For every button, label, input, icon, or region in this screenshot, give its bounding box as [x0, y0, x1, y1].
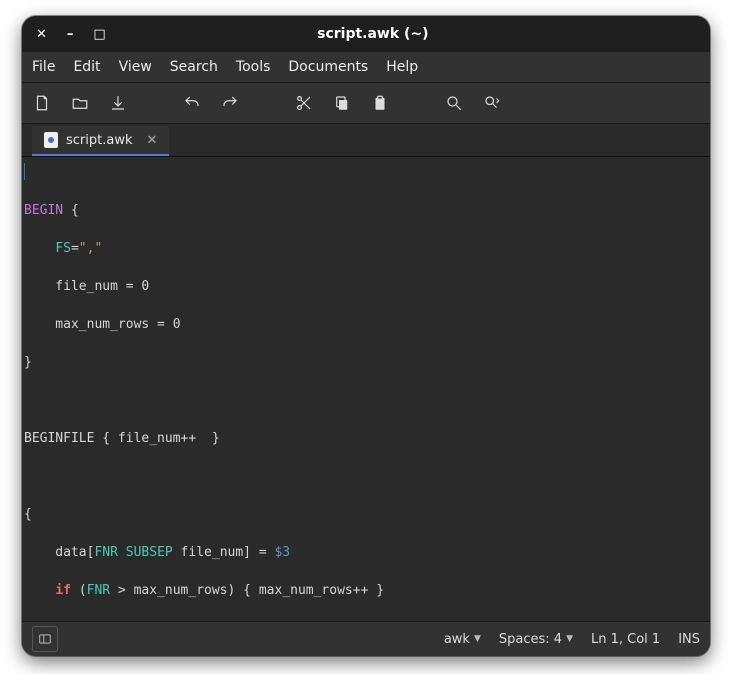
language-label: awk	[444, 632, 470, 647]
menu-documents[interactable]: Documents	[288, 59, 368, 75]
side-panel-toggle-icon[interactable]	[32, 626, 58, 652]
minimize-icon[interactable]: –	[67, 27, 74, 42]
code-token	[24, 583, 55, 598]
undo-icon[interactable]	[182, 93, 202, 113]
statusbar: awk ▼ Spaces: 4 ▼ Ln 1, Col 1 INS	[22, 621, 710, 656]
menu-help[interactable]: Help	[386, 59, 418, 75]
code-token: data[	[24, 545, 94, 560]
code-token: }	[24, 355, 32, 370]
tab-close-icon[interactable]: ✕	[147, 133, 158, 148]
code-token	[118, 545, 126, 560]
toolbar	[22, 83, 710, 124]
code-token: $3	[274, 545, 290, 560]
tabbar: script.awk ✕	[22, 124, 710, 157]
paste-icon[interactable]	[370, 93, 390, 113]
code-token: {	[24, 507, 32, 522]
code-token	[24, 241, 55, 256]
position-label: Ln 1, Col 1	[591, 632, 660, 647]
indent-label: Spaces: 4	[499, 632, 562, 647]
code-token: FNR	[87, 583, 110, 598]
titlebar: ✕ – □ script.awk (~)	[22, 16, 710, 52]
insert-mode[interactable]: INS	[678, 632, 700, 647]
code-token: file_num] =	[173, 545, 275, 560]
tab-label: script.awk	[66, 133, 133, 148]
close-icon[interactable]: ✕	[36, 27, 47, 42]
code-token: FNR	[94, 545, 117, 560]
language-selector[interactable]: awk ▼	[444, 632, 481, 647]
code-token: (	[71, 583, 87, 598]
code-token: if	[55, 583, 71, 598]
copy-icon[interactable]	[332, 93, 352, 113]
code-token: ","	[79, 241, 102, 256]
editor-window: ✕ – □ script.awk (~) File Edit View Sear…	[22, 16, 710, 656]
mode-label: INS	[678, 632, 700, 647]
indent-selector[interactable]: Spaces: 4 ▼	[499, 632, 573, 647]
menu-edit[interactable]: Edit	[73, 59, 100, 75]
code-token: BEGIN	[24, 203, 63, 218]
code-token: file_num = 0	[24, 279, 149, 294]
code-token: =	[71, 241, 79, 256]
open-file-icon[interactable]	[70, 93, 90, 113]
code-token: FS	[55, 241, 71, 256]
find-replace-icon[interactable]	[482, 93, 502, 113]
redo-icon[interactable]	[220, 93, 240, 113]
chevron-down-icon: ▼	[566, 634, 573, 644]
maximize-icon[interactable]: □	[93, 27, 105, 42]
cursor-position[interactable]: Ln 1, Col 1	[591, 632, 660, 647]
menu-tools[interactable]: Tools	[236, 59, 271, 75]
cut-icon[interactable]	[294, 93, 314, 113]
file-icon	[44, 132, 58, 148]
document-tab[interactable]: script.awk ✕	[32, 126, 169, 156]
code-token: > max_num_rows) { max_num_rows++ }	[110, 583, 384, 598]
chevron-down-icon: ▼	[474, 634, 481, 644]
new-file-icon[interactable]	[32, 93, 52, 113]
code-editor[interactable]: BEGIN { FS="," file_num = 0 max_num_rows…	[22, 157, 710, 621]
code-token: {	[63, 203, 79, 218]
menu-view[interactable]: View	[119, 59, 152, 75]
window-title: script.awk (~)	[106, 26, 640, 42]
menu-file[interactable]: File	[32, 59, 55, 75]
code-token: BEGINFILE { file_num++ }	[24, 431, 220, 446]
save-icon[interactable]	[108, 93, 128, 113]
menubar: File Edit View Search Tools Documents He…	[22, 52, 710, 83]
text-cursor	[24, 163, 25, 180]
menu-search[interactable]: Search	[170, 59, 218, 75]
code-token: max_num_rows = 0	[24, 317, 181, 332]
search-icon[interactable]	[444, 93, 464, 113]
code-token: SUBSEP	[126, 545, 173, 560]
